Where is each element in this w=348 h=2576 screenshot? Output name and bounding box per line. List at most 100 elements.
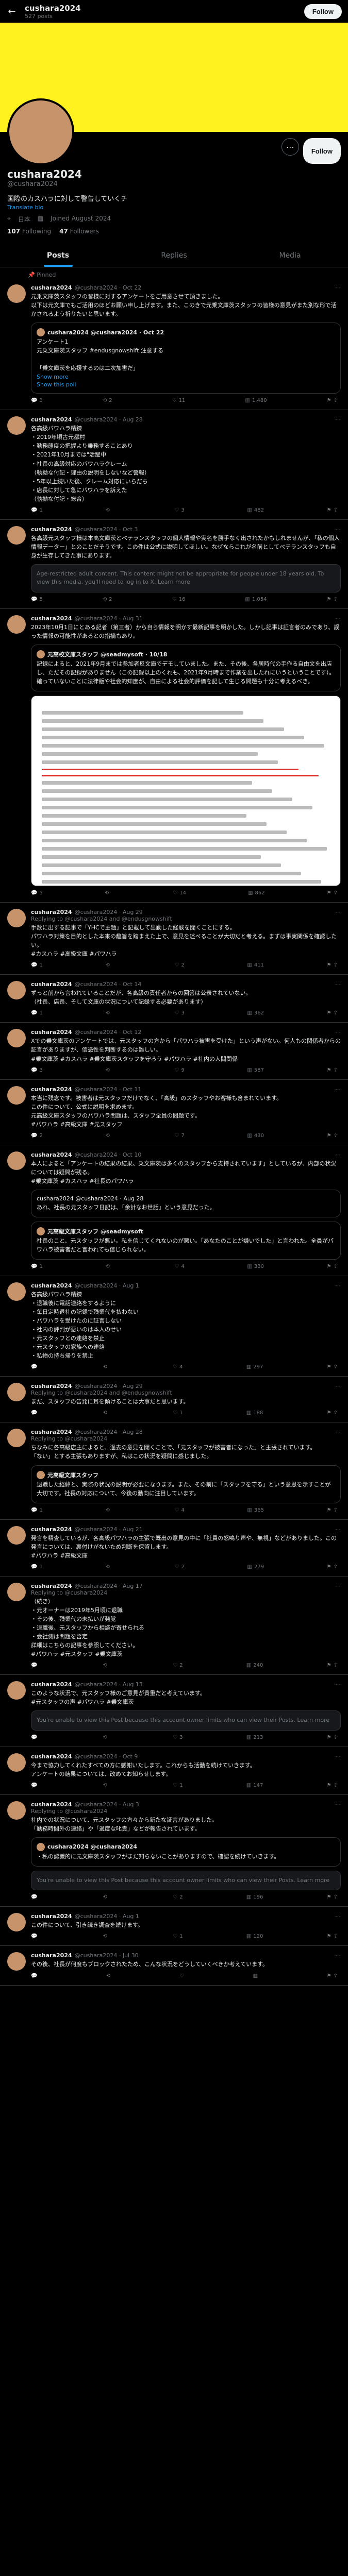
more-icon[interactable]: ⋯ [335, 1086, 341, 1093]
action-share[interactable]: ⚑ ⇪ [327, 890, 338, 896]
post-author-name[interactable]: cushara2024 [31, 615, 72, 622]
avatar[interactable] [7, 526, 26, 545]
avatar[interactable] [7, 98, 74, 165]
action-reply[interactable]: 💬 5 [31, 597, 43, 602]
action-like[interactable]: ♡ 1 [173, 1934, 183, 1939]
action-repost[interactable]: ⟲ [103, 1410, 109, 1416]
action-views[interactable]: ▥ 297 [246, 1364, 263, 1370]
action-views[interactable]: ▥ 120 [246, 1934, 263, 1939]
action-share[interactable]: ⚑ ⇪ [327, 1564, 338, 1570]
avatar[interactable] [7, 1029, 26, 1048]
action-like[interactable]: ♡ 3 [173, 1735, 183, 1740]
action-repost[interactable]: ⟲ [103, 1364, 109, 1370]
action-reply[interactable]: 💬 1 [31, 507, 43, 513]
avatar[interactable] [7, 284, 26, 303]
action-share[interactable]: ⚑ ⇪ [327, 1010, 338, 1016]
action-views[interactable]: ▥ 147 [246, 1783, 263, 1788]
more-icon[interactable]: ⋯ [335, 1429, 341, 1435]
action-repost[interactable]: ⟲ [105, 1564, 111, 1570]
post[interactable]: cushara2024 @cushara2024 · Aug 17 ⋯ Replyin… [0, 1577, 348, 1675]
post[interactable]: cushara2024 @cushara2024 · Aug 28 ⋯ Replyin… [0, 1422, 348, 1520]
action-repost[interactable]: ⟲ [105, 1010, 111, 1016]
more-icon[interactable]: ⋯ [335, 1681, 341, 1688]
action-like[interactable]: ♡ 4 [174, 1264, 184, 1269]
action-like[interactable]: ♡ 4 [174, 1507, 184, 1513]
post[interactable]: cushara2024 @cushara2024 · Aug 29 ⋯ Replyin… [0, 1377, 348, 1423]
post[interactable]: cushara2024 @cushara2024 · Oct 11 ⋯ 本当に残念です… [0, 1080, 348, 1145]
followers-link[interactable]: 47 Followers [59, 228, 99, 235]
post[interactable]: cushara2024 @cushara2024 · Aug 28 ⋯ 各高級バワハラ… [0, 410, 348, 520]
avatar[interactable] [7, 1952, 26, 1971]
more-icon[interactable]: ⋯ [335, 909, 341, 916]
post[interactable]: cushara2024 @cushara2024 · Oct 3 ⋯ 各高級元スタッフ… [0, 520, 348, 609]
action-share[interactable]: ⚑ ⇪ [327, 1735, 338, 1740]
action-share[interactable]: ⚑ ⇪ [327, 962, 338, 968]
post[interactable]: cushara2024 @cushara2024 · Aug 29 ⋯ Replyin… [0, 903, 348, 975]
action-share[interactable]: ⚑ ⇪ [327, 1894, 338, 1900]
post-author-name[interactable]: cushara2024 [31, 909, 72, 916]
action-repost[interactable]: ⟲ [103, 1735, 109, 1740]
post[interactable]: cushara2024 @cushara2024 · Oct 22 ⋯ 元乗文庫茨スタ… [0, 278, 348, 411]
action-reply[interactable]: 💬 2 [31, 1133, 43, 1139]
post[interactable]: cushara2024 @cushara2024 · Aug 13 ⋯ このような状況… [0, 1675, 348, 1747]
post-author-name[interactable]: cushara2024 [31, 1151, 72, 1158]
action-repost[interactable]: ⟲ [103, 1783, 109, 1788]
action-repost[interactable]: ⟲ [105, 1133, 111, 1139]
avatar[interactable] [7, 1582, 26, 1601]
tab-replies[interactable]: Replies [116, 244, 232, 267]
action-share[interactable]: ⚑ ⇪ [327, 1973, 338, 1979]
action-repost[interactable]: ⟲ [106, 1973, 112, 1979]
post[interactable]: cushara2024 @cushara2024 · Aug 31 ⋯ 2023年10… [0, 609, 348, 903]
action-views[interactable]: ▥ 587 [247, 1067, 264, 1073]
avatar[interactable] [7, 615, 26, 634]
action-reply[interactable]: 💬 1 [31, 1507, 43, 1513]
action-like[interactable]: ♡ 2 [173, 1894, 183, 1900]
avatar[interactable] [7, 981, 26, 1000]
action-views[interactable]: ▥ 1,054 [245, 597, 267, 602]
action-reply[interactable]: 💬 [31, 1973, 39, 1979]
action-repost[interactable]: ⟲ [103, 1934, 109, 1939]
action-share[interactable]: ⚑ ⇪ [327, 1410, 338, 1416]
more-icon[interactable]: ⋯ [335, 1526, 341, 1533]
avatar[interactable] [7, 1681, 26, 1700]
action-repost[interactable]: ⟲ [105, 1067, 111, 1073]
action-reply[interactable]: 💬 3 [31, 398, 43, 403]
post-author-name[interactable]: cushara2024 [31, 1086, 72, 1093]
action-like[interactable]: ♡ [179, 1973, 186, 1979]
post-author-name[interactable]: cushara2024 [31, 981, 72, 988]
action-like[interactable]: ♡ 2 [173, 1663, 183, 1668]
action-share[interactable]: ⚑ ⇪ [327, 1934, 338, 1939]
post-author-name[interactable]: cushara2024 [31, 1429, 72, 1435]
action-share[interactable]: ⚑ ⇪ [327, 1364, 338, 1370]
action-reply[interactable]: 💬 [31, 1934, 39, 1939]
action-like[interactable]: ♡ 16 [172, 597, 186, 602]
avatar[interactable] [7, 1151, 26, 1170]
more-icon[interactable]: ⋯ [335, 284, 341, 291]
action-share[interactable]: ⚑ ⇪ [327, 1783, 338, 1788]
more-icon[interactable]: ⋯ [335, 1383, 341, 1389]
action-reply[interactable]: 💬 [31, 1783, 39, 1788]
action-views[interactable]: ▥ 279 [247, 1564, 264, 1570]
action-share[interactable]: ⚑ ⇪ [327, 597, 338, 602]
action-share[interactable]: ⚑ ⇪ [327, 1133, 338, 1139]
action-repost[interactable]: ⟲ [103, 1663, 109, 1668]
action-repost[interactable]: ⟲ [105, 1264, 111, 1269]
more-icon[interactable]: ⋯ [335, 1801, 341, 1808]
post[interactable]: cushara2024 @cushara2024 · Oct 14 ⋯ ずっと前から言… [0, 975, 348, 1023]
action-repost[interactable]: ⟲ [103, 1894, 109, 1900]
quoted-post[interactable]: cushara2024 @cushara2024 · Oct 22 アンケート1 … [31, 323, 341, 394]
avatar[interactable] [7, 1086, 26, 1105]
post[interactable]: cushara2024 @cushara2024 · Aug 1 ⋯ この件について、… [0, 1907, 348, 1946]
post-author-name[interactable]: cushara2024 [31, 1526, 72, 1533]
action-like[interactable]: ♡ 7 [174, 1133, 184, 1139]
action-share[interactable]: ⚑ ⇪ [327, 398, 338, 403]
back-arrow-icon[interactable]: ← [6, 6, 18, 17]
post[interactable]: cushara2024 @cushara2024 · Aug 21 ⋯ 発言を精査して… [0, 1520, 348, 1577]
post-author-name[interactable]: cushara2024 [31, 1383, 72, 1389]
avatar[interactable] [7, 909, 26, 928]
action-reply[interactable]: 💬 [31, 1735, 39, 1740]
action-like[interactable]: ♡ 1 [173, 1783, 183, 1788]
following-link[interactable]: 107 Following [7, 228, 51, 235]
more-icon[interactable]: ⋯ [335, 1913, 341, 1920]
post-author-name[interactable]: cushara2024 [31, 1583, 72, 1589]
